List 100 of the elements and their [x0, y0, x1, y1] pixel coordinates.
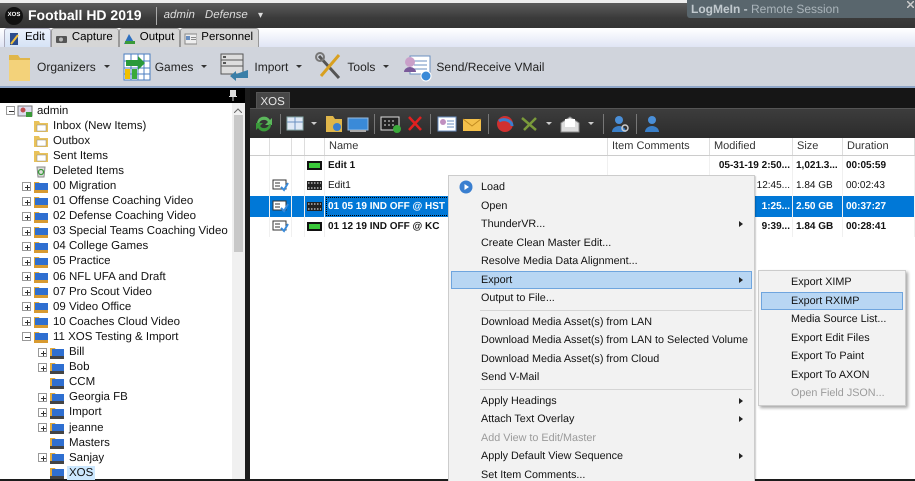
tree-item[interactable]: 03 Special Teams Coaching Video	[51, 224, 230, 238]
expander-icon[interactable]	[22, 256, 30, 266]
tree-item[interactable]: 01 Offense Coaching Video	[51, 194, 196, 208]
menu-item[interactable]: Output to File...	[451, 289, 752, 308]
menu-item[interactable]: Attach Text Overlay	[451, 410, 752, 428]
scroll-thumb[interactable]	[234, 115, 243, 252]
tree-item[interactable]: Bill	[67, 345, 86, 360]
menu-item[interactable]: Send V-Mail	[451, 368, 752, 386]
caret-icon[interactable]	[104, 65, 110, 68]
tree-item[interactable]: 10 Coaches Cloud Video	[51, 314, 182, 329]
expander-icon[interactable]	[22, 226, 30, 236]
tree-item[interactable]: Sent Items	[51, 148, 110, 163]
column-header[interactable]: Size	[792, 138, 842, 155]
menu-item[interactable]: Export Edit Files	[761, 328, 903, 347]
menu-item[interactable]: Apply Headings	[451, 392, 752, 410]
menu-item[interactable]: Resolve Media Data Alignment...	[451, 252, 752, 270]
tree-item[interactable]: 09 Video Office	[51, 300, 134, 314]
tree-item[interactable]: 07 Pro Scout Video	[51, 284, 154, 299]
menu-item[interactable]: Apply Default View Sequence	[451, 447, 752, 466]
ribbon-button[interactable]: Games	[120, 48, 214, 86]
ribbon-tab[interactable]: Capture	[50, 28, 119, 47]
column-header[interactable]: Duration	[842, 138, 914, 155]
tree-item[interactable]: Georgia FB	[67, 390, 130, 404]
expander-icon[interactable]	[22, 242, 30, 251]
menu-item[interactable]: Export	[451, 270, 752, 289]
caret-icon[interactable]: ▾	[258, 8, 263, 23]
column-header[interactable]: Name	[324, 138, 608, 155]
table-cell: 00:28:41	[842, 216, 914, 237]
edit-icon	[8, 32, 21, 44]
menu-item[interactable]: Media Source List...	[761, 310, 903, 328]
tree-item[interactable]: Inbox (New Items)	[51, 118, 148, 133]
column-header[interactable]: Modified	[710, 138, 792, 155]
menu-item[interactable]: Export RXIMP	[761, 292, 903, 310]
menu-item: Open Field JSON...	[790, 386, 886, 402]
menu-item: Add View to Edit/Master	[480, 430, 598, 446]
expander-icon[interactable]	[38, 453, 46, 462]
column-header[interactable]: Item Comments	[608, 138, 710, 155]
tree-item[interactable]: CCM	[67, 375, 98, 390]
menu-item[interactable]: Export To AXON	[761, 366, 903, 384]
caret-icon[interactable]	[296, 65, 302, 68]
close-icon[interactable]	[907, 0, 914, 8]
blank-column-header[interactable]	[250, 138, 270, 155]
document-tab[interactable]: XOS	[256, 92, 290, 108]
pin-icon[interactable]	[228, 90, 237, 101]
expander-icon[interactable]	[22, 272, 30, 282]
table-cell: 00:05:59	[842, 155, 914, 176]
expander-icon[interactable]	[22, 332, 30, 342]
menu-item[interactable]: Download Media Asset(s) from Cloud	[451, 350, 752, 368]
tree-item[interactable]: 11 XOS Testing & Import	[51, 330, 180, 344]
folder-icon	[33, 269, 49, 284]
expander-icon[interactable]	[38, 423, 46, 432]
expander-icon[interactable]	[6, 106, 14, 116]
caret-icon[interactable]	[201, 65, 208, 68]
ribbon-tab[interactable]: Edit	[4, 28, 51, 47]
expander-icon[interactable]	[38, 392, 46, 402]
expander-icon[interactable]	[22, 182, 30, 191]
tree-item[interactable]: admin	[35, 104, 70, 118]
tree-item[interactable]: Bob	[67, 360, 92, 374]
menu-item[interactable]: Export XIMP	[761, 273, 903, 292]
tree-item[interactable]: Masters	[67, 436, 112, 450]
expander-icon[interactable]	[38, 408, 46, 417]
expander-icon[interactable]	[22, 196, 30, 206]
expander-icon[interactable]	[22, 302, 30, 312]
mail-folder-icon	[33, 118, 49, 134]
tree-item[interactable]: 00 Migration	[51, 179, 118, 194]
ribbon-tab[interactable]: Output	[118, 28, 180, 47]
menu-item[interactable]: Set Item Comments...	[451, 466, 752, 481]
folder-icon	[33, 284, 49, 300]
expander-icon[interactable]	[38, 348, 46, 357]
menu-item[interactable]: Download Media Asset(s) from LAN to Selected Volume	[451, 331, 752, 350]
tree-item[interactable]: 05 Practice	[51, 254, 113, 268]
expander-icon[interactable]	[22, 317, 30, 326]
table-cell: 1.84 GB	[792, 216, 842, 237]
profile-dropdown[interactable]: Defense	[204, 6, 248, 24]
tree-item[interactable]: Deleted Items	[51, 164, 126, 178]
caret-icon[interactable]	[383, 65, 390, 68]
tree-item[interactable]: 04 College Games	[51, 239, 150, 254]
menu-item[interactable]: Download Media Asset(s) from LAN	[451, 312, 752, 331]
folder-icon	[49, 465, 65, 480]
tree-item[interactable]: Import	[67, 405, 104, 420]
tree-item[interactable]: 06 NFL UFA and Draft	[51, 270, 168, 284]
expander-icon[interactable]	[38, 362, 46, 372]
ribbon-tab[interactable]: Personnel	[180, 28, 260, 47]
menu-item[interactable]: Export To Paint	[761, 347, 903, 366]
ribbon-button[interactable]: Send/Receive VMail	[399, 48, 548, 86]
scrollbar[interactable]	[232, 103, 245, 479]
tree-item[interactable]: Sanjay	[67, 450, 106, 465]
tree-item[interactable]: XOS	[67, 466, 96, 480]
expander-icon[interactable]	[22, 212, 30, 221]
table-cell: 1,021.3...	[792, 155, 842, 176]
expander-icon[interactable]	[22, 287, 30, 296]
ribbon-button[interactable]: Import	[217, 48, 308, 86]
tree-item[interactable]: Outbox	[51, 134, 92, 148]
ribbon-button[interactable]: Tools	[312, 48, 396, 86]
tree-item[interactable]: 02 Defense Coaching Video	[51, 209, 198, 224]
scroll-up-icon[interactable]	[234, 108, 242, 113]
tree-item[interactable]: jeanne	[67, 420, 106, 435]
table-cell: 2.50 GB	[792, 196, 842, 216]
ribbon-button[interactable]: Organizers	[4, 48, 116, 86]
personnel-icon	[184, 32, 198, 44]
